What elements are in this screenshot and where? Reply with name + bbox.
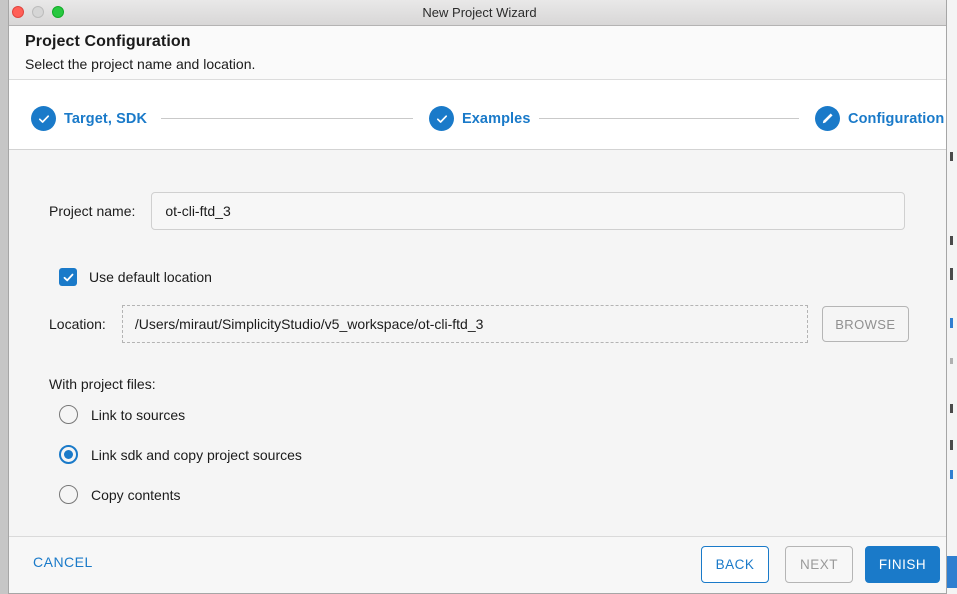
use-default-location-checkbox[interactable]: [59, 268, 77, 286]
desktop-background: New Project Wizard Project Configuration…: [0, 0, 957, 594]
project-name-row: Project name: ot-cli-ftd_3: [49, 192, 906, 230]
radio-label: Link to sources: [91, 406, 186, 423]
next-button: NEXT: [785, 546, 853, 583]
stepper-step-label: Examples: [462, 110, 531, 127]
new-project-wizard-window: New Project Wizard Project Configuration…: [8, 0, 947, 594]
project-files-group-label: With project files:: [49, 376, 156, 392]
wizard-header: Project Configuration Select the project…: [9, 26, 946, 80]
radio-label: Copy contents: [91, 486, 181, 503]
radio-copy-contents[interactable]: Copy contents: [59, 485, 181, 504]
stepper-connector-2: [539, 118, 799, 119]
location-row: Location: /Users/miraut/SimplicityStudio…: [49, 305, 909, 343]
wizard-content: Project name: ot-cli-ftd_3 Use default l…: [9, 150, 946, 536]
location-input: /Users/miraut/SimplicityStudio/v5_worksp…: [121, 305, 808, 343]
browse-button: BROWSE: [821, 306, 909, 342]
radio-button-icon[interactable]: [59, 445, 78, 464]
window-titlebar: New Project Wizard: [9, 0, 946, 26]
wizard-footer: CANCEL BACK NEXT FINISH: [9, 536, 946, 593]
background-mark: [950, 152, 953, 161]
radio-label: Link sdk and copy project sources: [91, 446, 302, 463]
background-mark: [950, 358, 953, 364]
project-name-label: Project name:: [49, 203, 136, 219]
background-mark: [950, 440, 953, 450]
stepper-step-configuration[interactable]: Configuration: [815, 106, 944, 131]
use-default-location-label: Use default location: [89, 269, 212, 285]
background-mark: [950, 236, 953, 245]
check-icon: [429, 106, 454, 131]
finish-button[interactable]: FINISH: [865, 546, 940, 583]
radio-button-icon[interactable]: [59, 405, 78, 424]
background-mark: [950, 404, 953, 413]
radio-link-to-sources[interactable]: Link to sources: [59, 405, 185, 424]
radio-button-icon[interactable]: [59, 485, 78, 504]
check-icon: [31, 106, 56, 131]
page-subtitle: Select the project name and location.: [25, 56, 256, 72]
location-label: Location:: [49, 316, 106, 332]
project-name-input[interactable]: ot-cli-ftd_3: [151, 192, 906, 230]
background-mark: [946, 556, 957, 588]
stepper-step-label: Configuration: [848, 110, 945, 127]
radio-link-sdk-and-copy-project-sources[interactable]: Link sdk and copy project sources: [59, 445, 302, 464]
background-mark: [950, 268, 953, 280]
stepper-step-target-sdk[interactable]: Target, SDK: [31, 106, 147, 131]
stepper-connector-1: [161, 118, 413, 119]
window-title: New Project Wizard: [422, 5, 537, 20]
cancel-button[interactable]: CANCEL: [33, 554, 93, 570]
use-default-location-row[interactable]: Use default location: [59, 268, 212, 286]
stepper-step-label: Target, SDK: [64, 110, 148, 127]
stepper-step-examples[interactable]: Examples: [429, 106, 531, 131]
wizard-stepper: Target, SDK Examples Configuration: [9, 81, 946, 150]
back-button[interactable]: BACK: [701, 546, 769, 583]
radio-selected-dot: [64, 450, 73, 459]
background-mark: [950, 470, 953, 479]
page-title: Project Configuration: [25, 33, 191, 50]
background-mark: [950, 318, 953, 328]
pencil-icon: [815, 106, 840, 131]
